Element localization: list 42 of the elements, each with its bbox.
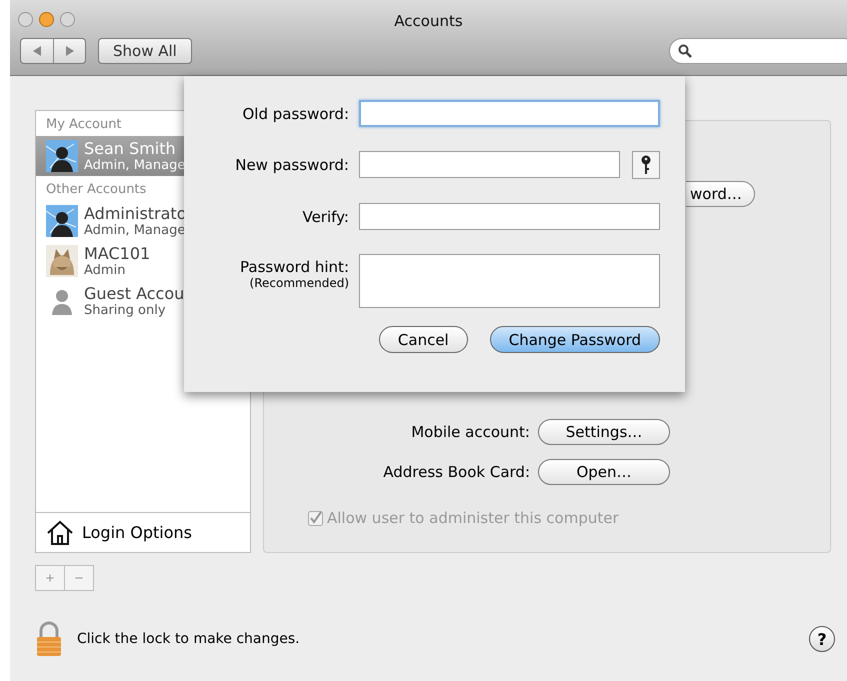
field-label: Old password: [241,104,349,122]
help-button[interactable]: ? [809,626,835,652]
field-label: Password hint: [239,258,349,276]
key-icon [640,155,652,175]
account-name: Sean Smith [84,140,177,158]
account-role: Admin [84,262,126,278]
close-icon[interactable] [18,12,33,27]
key-button[interactable] [632,151,660,179]
account-role: Admin, Manage [84,222,186,238]
back-arrow-icon [32,46,42,56]
account-name: MAC101 [84,244,150,262]
checkbox-label: Allow user to administer this computer [327,509,619,527]
cancel-button[interactable]: Cancel [378,326,468,353]
section-header: Other Accounts [45,181,148,199]
input-field[interactable] [359,254,660,308]
input-field[interactable] [359,203,660,230]
house-icon [46,520,74,546]
input-field[interactable] [359,151,620,178]
minimize-icon[interactable] [39,12,54,27]
user-silhouette-icon [46,140,78,172]
row-label: Address Book Card: [383,463,530,481]
change-password-button[interactable]: Change Password [490,326,660,353]
show-all-button[interactable]: Show All [98,38,192,64]
search-icon [678,44,692,58]
field-sublabel: (Recommended) [248,276,349,290]
account-role: Admin, Manage [84,158,186,172]
account-name: Guest Accou [84,284,184,302]
user-silhouette-icon [46,205,78,237]
input-field[interactable] [359,100,660,127]
lock-icon[interactable] [35,621,63,657]
row-button[interactable]: Open… [538,459,670,485]
row-button[interactable]: Settings… [538,419,670,445]
account-role: Sharing only [84,302,167,318]
lock-message: Click the lock to make changes. [77,631,301,647]
zoom-icon[interactable] [60,12,75,27]
field-label: Verify: [301,208,349,226]
search-field[interactable] [669,38,847,64]
window-title: Accounts [394,12,463,30]
change-password-button[interactable]: word… [686,181,755,207]
row-label: Mobile account: [411,423,530,441]
forward-arrow-icon [65,46,74,56]
account-name: Administrato [84,204,186,222]
